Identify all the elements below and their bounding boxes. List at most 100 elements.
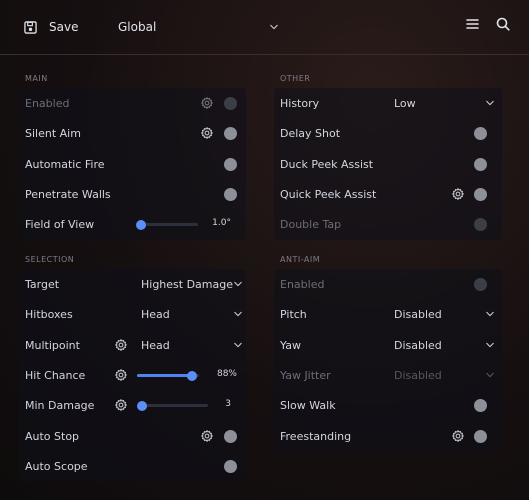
top-bar: Save Global: [0, 0, 529, 55]
yaw-label: Yaw: [280, 338, 301, 352]
field-of-view-row: Field of View 1.0°: [19, 209, 246, 239]
chevron-down-icon: [270, 24, 278, 30]
hitboxes-value: Head: [141, 307, 170, 321]
section-title-other: OTHER: [280, 74, 311, 83]
history-label: History: [280, 96, 320, 110]
selection-panel: Target Highest Damage Hitboxes Head Mult…: [19, 269, 246, 481]
yaw-jitter-dropdown[interactable]: Disabled: [394, 364, 494, 386]
hitboxes-dropdown[interactable]: Head: [141, 303, 242, 325]
penetrate-walls-row: Penetrate Walls: [19, 179, 246, 209]
chevron-down-icon: [234, 311, 242, 317]
yaw-row: Yaw Disabled: [274, 330, 502, 360]
silent-aim-row: Silent Aim: [19, 118, 246, 148]
hitboxes-label: Hitboxes: [25, 307, 73, 321]
target-value: Highest Damage: [141, 277, 234, 291]
min-damage-slider[interactable]: [137, 400, 208, 411]
hit-chance-slider[interactable]: [137, 370, 199, 381]
section-title-selection: SELECTION: [25, 255, 75, 264]
duck-peek-assist-toggle[interactable]: [474, 158, 487, 171]
auto-scope-label: Auto Scope: [25, 459, 88, 473]
hit-chance-row: Hit Chance 88%: [19, 360, 246, 390]
main-panel: Enabled Silent Aim Automatic Fire Penetr…: [19, 88, 246, 240]
anti-aim-enabled-toggle[interactable]: [474, 278, 487, 291]
gear-icon[interactable]: [200, 126, 214, 140]
search-icon[interactable]: [496, 17, 510, 31]
other-panel: History Low Delay Shot Duck Peek Assist …: [274, 88, 502, 240]
field-of-view-label: Field of View: [25, 217, 95, 231]
duck-peek-assist-row: Duck Peek Assist: [274, 149, 502, 179]
multipoint-value: Head: [141, 338, 170, 352]
gear-icon[interactable]: [200, 429, 214, 443]
chevron-down-icon: [234, 342, 242, 348]
field-of-view-value: 1.0°: [212, 218, 231, 228]
pitch-value: Disabled: [394, 307, 442, 321]
auto-stop-label: Auto Stop: [25, 429, 80, 443]
gear-icon[interactable]: [451, 187, 465, 201]
main-enabled-toggle[interactable]: [224, 97, 237, 110]
penetrate-walls-label: Penetrate Walls: [25, 187, 111, 201]
double-tap-label: Double Tap: [280, 217, 342, 231]
delay-shot-row: Delay Shot: [274, 118, 502, 148]
delay-shot-toggle[interactable]: [474, 127, 487, 140]
config-label: Global: [118, 20, 157, 34]
hit-chance-slider-knob[interactable]: [186, 370, 197, 381]
target-label: Target: [25, 277, 60, 291]
yaw-jitter-row: Yaw Jitter Disabled: [274, 360, 502, 390]
chevron-down-icon: [486, 100, 494, 106]
auto-scope-row: Auto Scope: [19, 451, 246, 481]
auto-scope-toggle[interactable]: [224, 460, 237, 473]
min-damage-row: Min Damage 3: [19, 390, 246, 420]
freestanding-row: Freestanding: [274, 421, 502, 451]
hitboxes-row: Hitboxes Head: [19, 299, 246, 329]
gear-icon[interactable]: [114, 338, 128, 352]
yaw-jitter-label: Yaw Jitter: [280, 368, 331, 382]
yaw-dropdown[interactable]: Disabled: [394, 334, 494, 356]
slow-walk-row: Slow Walk: [274, 390, 502, 420]
chevron-down-icon: [486, 311, 494, 317]
double-tap-toggle[interactable]: [474, 218, 487, 231]
chevron-down-icon: [486, 342, 494, 348]
multipoint-label: Multipoint: [25, 338, 80, 352]
min-damage-label: Min Damage: [25, 398, 95, 412]
gear-icon[interactable]: [114, 398, 128, 412]
quick-peek-assist-toggle[interactable]: [474, 188, 487, 201]
config-select[interactable]: Global: [118, 13, 278, 41]
save-label: Save: [49, 20, 79, 34]
pitch-dropdown[interactable]: Disabled: [394, 303, 494, 325]
silent-aim-toggle[interactable]: [224, 127, 237, 140]
pitch-label: Pitch: [280, 307, 307, 321]
main-enabled-label: Enabled: [25, 96, 70, 110]
hit-chance-slider-fill: [137, 374, 192, 377]
history-dropdown[interactable]: Low: [394, 92, 494, 114]
quick-peek-assist-row: Quick Peek Assist: [274, 179, 502, 209]
section-title-anti-aim: ANTI-AIM: [280, 255, 321, 264]
menu-icon[interactable]: [466, 18, 479, 30]
duck-peek-assist-label: Duck Peek Assist: [280, 157, 374, 171]
hit-chance-label: Hit Chance: [25, 368, 86, 382]
yaw-jitter-value: Disabled: [394, 368, 442, 382]
silent-aim-label: Silent Aim: [25, 126, 81, 140]
chevron-down-icon: [486, 372, 494, 378]
target-dropdown[interactable]: Highest Damage: [141, 273, 242, 295]
save-button[interactable]: Save: [24, 13, 78, 41]
gear-icon[interactable]: [200, 96, 214, 110]
main-enabled-row: Enabled: [19, 88, 246, 118]
gear-icon[interactable]: [114, 368, 128, 382]
automatic-fire-row: Automatic Fire: [19, 149, 246, 179]
min-damage-slider-knob[interactable]: [137, 400, 148, 411]
multipoint-dropdown[interactable]: Head: [141, 334, 242, 356]
freestanding-toggle[interactable]: [474, 430, 487, 443]
field-of-view-slider[interactable]: [136, 219, 198, 230]
field-of-view-slider-knob[interactable]: [136, 219, 146, 230]
slow-walk-toggle[interactable]: [474, 399, 487, 412]
section-title-main: MAIN: [25, 74, 48, 83]
min-damage-value: 3: [225, 399, 231, 409]
slow-walk-label: Slow Walk: [280, 398, 336, 412]
double-tap-row: Double Tap: [274, 209, 502, 239]
gear-icon[interactable]: [451, 429, 465, 443]
auto-stop-toggle[interactable]: [224, 430, 237, 443]
hit-chance-value: 88%: [216, 369, 237, 379]
penetrate-walls-toggle[interactable]: [224, 188, 237, 201]
automatic-fire-label: Automatic Fire: [25, 157, 105, 171]
automatic-fire-toggle[interactable]: [224, 158, 237, 171]
